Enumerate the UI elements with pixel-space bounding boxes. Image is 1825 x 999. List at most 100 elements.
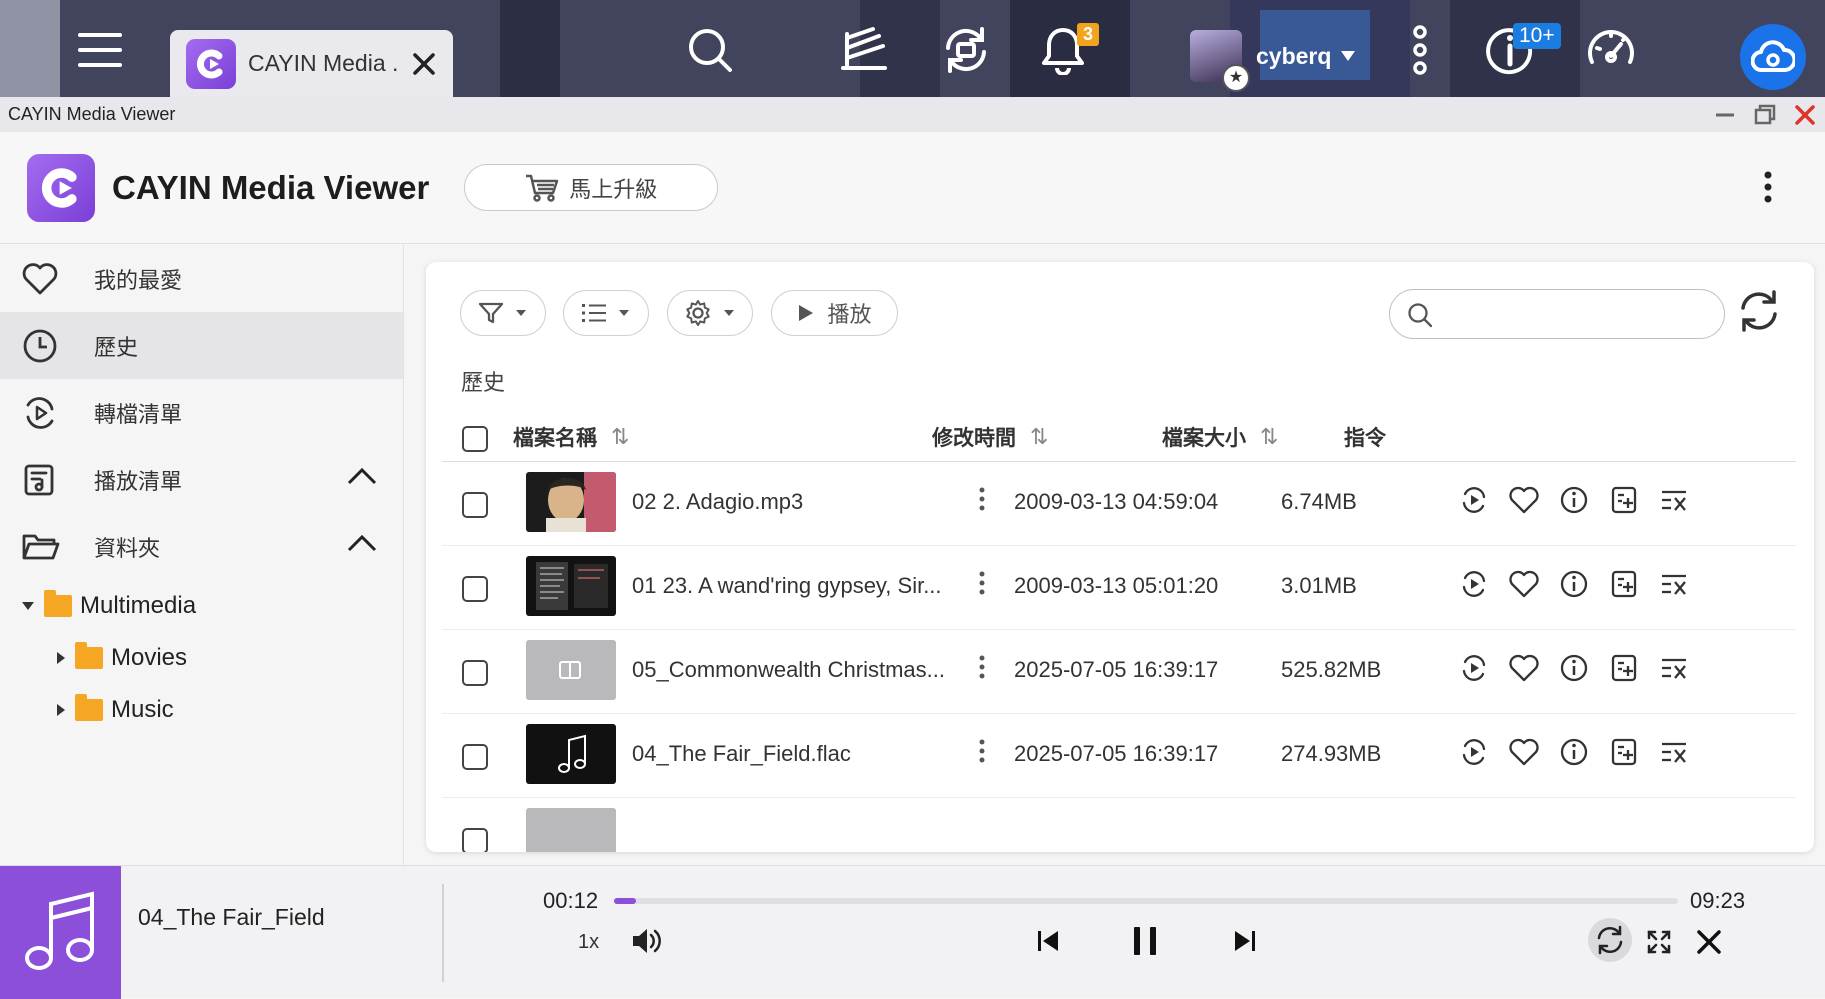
- add-to-playlist-icon[interactable]: [1608, 568, 1640, 600]
- user-menu[interactable]: ★ cyberq: [1190, 30, 1357, 92]
- table-row[interactable]: 04_The Fair_Field.flac 2025-07-05 16:39:…: [442, 714, 1796, 798]
- favorite-heart-icon[interactable]: [1508, 652, 1540, 684]
- row-menu-icon[interactable]: [978, 486, 986, 512]
- tree-node-label: Music: [111, 696, 174, 723]
- remove-from-history-icon[interactable]: [1658, 736, 1690, 768]
- cloud-button[interactable]: [1740, 24, 1806, 90]
- row-menu-icon[interactable]: [978, 570, 986, 596]
- transcode-icon[interactable]: [1458, 736, 1490, 768]
- fullscreen-icon[interactable]: [1646, 929, 1672, 955]
- chevron-up-icon[interactable]: [346, 466, 378, 486]
- row-checkbox[interactable]: [462, 828, 488, 852]
- info-icon[interactable]: [1558, 484, 1590, 516]
- sidebar-item-folders[interactable]: 資料夾: [0, 513, 403, 580]
- window-title: CAYIN Media Viewer: [8, 104, 176, 124]
- taskbar: CAYIN Media ... 3 ★ cyberq 10+: [0, 0, 1825, 97]
- table-row[interactable]: 01 23. A wand'ring gypsey, Sir... 2009-0…: [442, 546, 1796, 630]
- close-player-icon[interactable]: [1695, 928, 1723, 956]
- transcode-icon[interactable]: [1458, 484, 1490, 516]
- remove-from-history-icon[interactable]: [1658, 568, 1690, 600]
- seek-bar[interactable]: [614, 898, 1678, 904]
- upgrade-button[interactable]: 馬上升級: [464, 164, 719, 211]
- column-header-size[interactable]: 檔案大小 ⇅: [1162, 422, 1278, 452]
- search-box[interactable]: [1389, 289, 1725, 339]
- info-icon[interactable]: [1558, 652, 1590, 684]
- app-tab[interactable]: CAYIN Media ...: [170, 30, 453, 97]
- sidebar-item-playlists[interactable]: 播放清單: [0, 446, 403, 513]
- favorite-heart-icon[interactable]: [1508, 484, 1540, 516]
- file-name[interactable]: 01 23. A wand'ring gypsey, Sir...: [632, 573, 962, 599]
- transcode-icon[interactable]: [1458, 652, 1490, 684]
- info-icon[interactable]: [1558, 736, 1590, 768]
- sidebar-item-history[interactable]: 歷史: [0, 312, 403, 379]
- background-tasks-button[interactable]: [836, 22, 892, 78]
- window-close-icon[interactable]: [1792, 102, 1818, 128]
- favorite-heart-icon[interactable]: [1508, 736, 1540, 768]
- info-icon[interactable]: [1558, 568, 1590, 600]
- app-menu-icon[interactable]: [1763, 170, 1773, 204]
- table-row[interactable]: 02 2. Adagio.mp3 2009-03-13 04:59:04 6.7…: [442, 462, 1796, 546]
- minimize-icon[interactable]: [1712, 102, 1738, 128]
- row-checkbox[interactable]: [462, 576, 488, 602]
- add-to-playlist-icon[interactable]: [1608, 484, 1640, 516]
- resource-monitor-button[interactable]: [1583, 22, 1639, 78]
- caret-down-icon: [1341, 51, 1356, 61]
- avatar: ★: [1190, 30, 1250, 92]
- row-menu-icon[interactable]: [978, 654, 986, 680]
- column-header-modified[interactable]: 修改時間 ⇅: [932, 422, 1048, 452]
- seek-progress: [614, 898, 637, 904]
- main-menu-button[interactable]: [72, 22, 128, 78]
- next-track-icon[interactable]: [1232, 928, 1258, 954]
- username: cyberq: [1256, 42, 1332, 69]
- filter-button[interactable]: [460, 290, 546, 336]
- row-checkbox[interactable]: [462, 744, 488, 770]
- table-row-partial[interactable]: [442, 798, 1796, 852]
- folder-icon: [75, 694, 103, 721]
- file-name[interactable]: 04_The Fair_Field.flac: [632, 741, 962, 767]
- sync-button[interactable]: [938, 22, 994, 78]
- sidebar-item-favorites[interactable]: 我的最愛: [0, 245, 403, 312]
- search-input[interactable]: [1446, 298, 1706, 330]
- hamburger-icon: [78, 33, 122, 67]
- row-menu-icon[interactable]: [978, 738, 986, 764]
- collapse-arrow-icon[interactable]: [57, 704, 65, 716]
- row-checkbox[interactable]: [462, 660, 488, 686]
- sort-icon[interactable]: ⇅: [1260, 424, 1278, 450]
- sort-icon[interactable]: ⇅: [611, 424, 629, 450]
- collapse-arrow-icon[interactable]: [57, 652, 65, 664]
- view-mode-button[interactable]: [563, 290, 649, 336]
- repeat-button[interactable]: [1588, 918, 1632, 962]
- heart-icon: [22, 262, 58, 294]
- sidebar-item-transcode-list[interactable]: 轉檔清單: [0, 379, 403, 446]
- refresh-icon[interactable]: [1734, 286, 1784, 336]
- transcode-icon[interactable]: [1458, 568, 1490, 600]
- chevron-up-icon[interactable]: [346, 533, 378, 553]
- more-options-button[interactable]: [1392, 22, 1448, 78]
- play-button[interactable]: 播放: [771, 290, 898, 336]
- previous-track-icon[interactable]: [1035, 928, 1061, 954]
- expand-arrow-icon[interactable]: [22, 602, 34, 610]
- volume-icon[interactable]: [630, 926, 664, 956]
- row-checkbox[interactable]: [462, 492, 488, 518]
- remove-from-history-icon[interactable]: [1658, 652, 1690, 684]
- playback-speed-button[interactable]: 1x: [578, 931, 599, 954]
- select-all-checkbox[interactable]: [462, 426, 488, 452]
- add-to-playlist-icon[interactable]: [1608, 736, 1640, 768]
- tree-node-music[interactable]: Music: [0, 684, 403, 736]
- sort-icon[interactable]: ⇅: [1030, 424, 1048, 450]
- settings-button[interactable]: [667, 290, 753, 336]
- tree-node-multimedia[interactable]: Multimedia: [0, 580, 403, 632]
- pause-icon[interactable]: [1131, 925, 1159, 957]
- file-name[interactable]: 05_Commonwealth Christmas...: [632, 657, 962, 683]
- table-row[interactable]: 05_Commonwealth Christmas... 2025-07-05 …: [442, 630, 1796, 714]
- file-name[interactable]: 02 2. Adagio.mp3: [632, 489, 962, 515]
- music-thumbnail: [526, 724, 616, 784]
- tab-close-icon[interactable]: [410, 50, 438, 78]
- column-header-name[interactable]: 檔案名稱 ⇅: [513, 422, 629, 452]
- remove-from-history-icon[interactable]: [1658, 484, 1690, 516]
- restore-icon[interactable]: [1752, 102, 1778, 128]
- add-to-playlist-icon[interactable]: [1608, 652, 1640, 684]
- tree-node-movies[interactable]: Movies: [0, 632, 403, 684]
- search-button[interactable]: [682, 22, 738, 78]
- favorite-heart-icon[interactable]: [1508, 568, 1540, 600]
